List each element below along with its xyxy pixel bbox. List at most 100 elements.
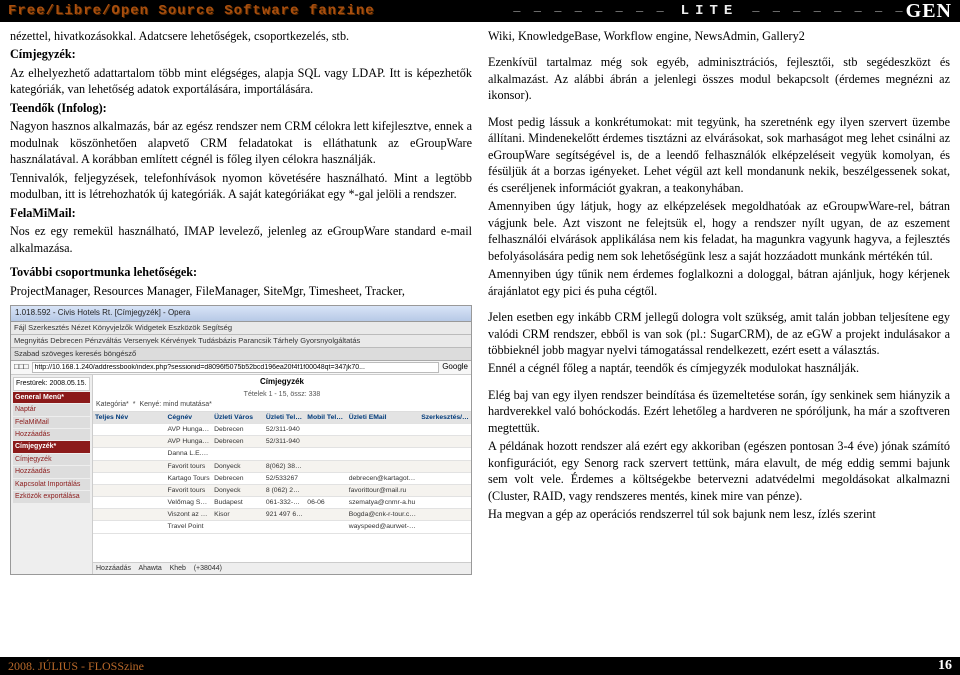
- table-cell: [305, 509, 346, 520]
- table-cell: debrecen@kartagotours.hu: [347, 473, 420, 484]
- table-row[interactable]: Favorit toursDonyeck8(062) 388 34 42: [93, 461, 471, 473]
- right-p3: Most pedig lássuk a konkrétumokat: mit t…: [488, 114, 950, 196]
- table-cell: [419, 509, 471, 520]
- right-p4: Amennyiben úgy látjuk, hogy az elképzelé…: [488, 198, 950, 264]
- table-cell: wayspeed@aurwet-kiev.ua: [347, 521, 420, 532]
- address-bar-row: □□□ Google: [11, 361, 471, 375]
- table-cell: Kartago Tours: [165, 473, 212, 484]
- right-p2: Ezenkívül tartalmaz még sok egyéb, admin…: [488, 54, 950, 103]
- table-cell: [212, 521, 264, 532]
- table-cell: [419, 424, 471, 435]
- nav-cell[interactable]: Hozzáadás: [96, 565, 131, 572]
- table-cell: [419, 521, 471, 532]
- table-cell: [264, 521, 305, 532]
- filter-cell[interactable]: Kenyé: mind mutatása*: [139, 400, 211, 409]
- table-cell: 921 497 63168: [264, 509, 305, 520]
- table-row[interactable]: Viszont az Nemzet KNKisor921 497 63168Bo…: [93, 509, 471, 521]
- table-row[interactable]: Velőmag Szövetségi SzakmajzsBudapest061-…: [93, 497, 471, 509]
- page-number: 16: [938, 658, 952, 674]
- table-cell: favorittour@mail.ru: [347, 485, 420, 496]
- felamimail-title: FelaMiMail:: [10, 206, 76, 220]
- nav-cell: (+38044): [194, 565, 222, 572]
- magazine-title: Free/Libre/Open Source Software fanzine: [8, 3, 375, 19]
- right-p6: Jelen esetben egy inkább CRM jellegű dol…: [488, 309, 950, 358]
- search-google-label[interactable]: Google: [442, 362, 468, 373]
- app-main: Címjegyzék Tételek 1 - 15, össz: 338 Kat…: [93, 375, 471, 574]
- decor-dashes-2: — — — — — — — —: [752, 4, 905, 18]
- col-header[interactable]: Szerkesztés/csatolás: [419, 412, 471, 423]
- page-subtitle: Tételek 1 - 15, össz: 338: [93, 390, 471, 399]
- table-cell: Donyeck: [212, 485, 264, 496]
- sidebar-item[interactable]: Ezközök exportálása: [13, 491, 90, 502]
- table-bottom-nav[interactable]: Hozzáadás Ahawta Kheb (+38044): [93, 562, 471, 574]
- table-cell: [419, 448, 471, 459]
- right-p9: A példának hozott rendszer alá ezért egy…: [488, 438, 950, 504]
- sidebar-item[interactable]: FelaMiMail: [13, 417, 90, 428]
- sidebar-menu-header[interactable]: General Menü*: [13, 392, 90, 403]
- filter-row[interactable]: Kategória* * Kenyé: mind mutatása*: [93, 399, 471, 411]
- table-row[interactable]: Kartago ToursDebrecen52/533267debrecen@k…: [93, 473, 471, 485]
- table-cell: [93, 509, 165, 520]
- sidebar-item[interactable]: Naptár: [13, 404, 90, 415]
- table-cell: [93, 448, 165, 459]
- table-cell: Favorit tours: [165, 485, 212, 496]
- sidebar-item[interactable]: Hozzáadás: [13, 466, 90, 477]
- cimjegyzek-body: Az elhelyezhető adattartalom több mint e…: [10, 65, 472, 98]
- footer-bar: 2008. JÚLIUS - FLOSSzine 16: [0, 657, 960, 675]
- sidebar-group-header[interactable]: Címjegyzék*: [13, 441, 90, 452]
- col-header[interactable]: Teljes Név: [93, 412, 165, 423]
- table-cell: [347, 424, 420, 435]
- table-cell: 52/311-940: [264, 436, 305, 447]
- table-cell: [347, 448, 420, 459]
- sidebar-item[interactable]: Kapcsolat Importálás: [13, 479, 90, 490]
- table-row[interactable]: AVP Hungary KftDebrecen52/311-940: [93, 436, 471, 448]
- icon-generic: □□□: [14, 362, 29, 373]
- right-p7: Ennél a cégnél főleg a naptár, teendők é…: [488, 360, 950, 376]
- table-cell: szematya@cnmr-a.hu: [347, 497, 420, 508]
- table-row[interactable]: Travel Pointwayspeed@aurwet-kiev.ua: [93, 521, 471, 533]
- table-row[interactable]: Favorit toursDonyeck8 (062) 207 30-955 fa…: [93, 485, 471, 497]
- cimjegyzek-title: Címjegyzék:: [10, 47, 76, 61]
- filter-cell[interactable]: *: [133, 400, 136, 409]
- table-cell: [305, 473, 346, 484]
- embedded-screenshot: 1.018.592 - Civis Hotels Rt. [Címjegyzék…: [10, 305, 472, 575]
- col-header[interactable]: Üzleti Város: [212, 412, 264, 423]
- table-cell: [419, 436, 471, 447]
- window-menubar[interactable]: Fájl Szerkesztés Nézet Könyvjelzők Widge…: [11, 322, 471, 335]
- browser-toolbar[interactable]: Megnyitás Debrecen Pénzváltás Versenyek …: [11, 335, 471, 348]
- table-cell: [305, 424, 346, 435]
- table-cell: Debrecen: [212, 436, 264, 447]
- col-header[interactable]: Üzleti Telefon: [264, 412, 305, 423]
- col-header[interactable]: Mobil Telefon: [305, 412, 346, 423]
- felamimail-body: Nos ez egy remekül használható, IMAP lev…: [10, 223, 472, 256]
- col-header[interactable]: Cégnév: [165, 412, 212, 423]
- sidebar-item[interactable]: Címjegyzék: [13, 454, 90, 465]
- filter-cell[interactable]: Kategória*: [96, 400, 129, 409]
- table-cell: [305, 448, 346, 459]
- gen-label: GEN: [906, 0, 952, 23]
- col-header[interactable]: Üzleti EMail: [347, 412, 420, 423]
- table-cell: Viszont az Nemzet KN: [165, 509, 212, 520]
- header-right: — — — — — — — — LITE — — — — — — — — GEN: [513, 0, 952, 23]
- table-cell: [305, 436, 346, 447]
- right-p8: Elég baj van egy ilyen rendszer beindítá…: [488, 387, 950, 436]
- app-body: Frestürek: 2008.05.15. General Menü* Nap…: [11, 375, 471, 574]
- table-cell: [305, 521, 346, 532]
- table-header: Teljes Név Cégnév Üzleti Város Üzleti Te…: [93, 412, 471, 424]
- nav-cell: Ahawta: [138, 565, 161, 572]
- table-cell: 8 (062) 207 30-955: [264, 485, 305, 496]
- lite-label: LITE: [667, 3, 753, 19]
- table-cell: AVP Hungary Kft: [165, 436, 212, 447]
- sidebar-item[interactable]: Hozzáadás: [13, 429, 90, 440]
- browser-tabs[interactable]: Szabad szöveges keresés böngésző: [11, 348, 471, 361]
- table-cell: [419, 497, 471, 508]
- table-cell: [419, 485, 471, 496]
- table-row[interactable]: Danna L.E. Samp; Partners Worldwide: [93, 448, 471, 460]
- table-row[interactable]: AVP Hungary KftDebrecen52/311-940: [93, 424, 471, 436]
- decor-dashes-1: — — — — — — — —: [513, 4, 666, 18]
- tovabbi-body: ProjectManager, Resources Manager, FileM…: [10, 283, 472, 299]
- address-input[interactable]: [32, 362, 440, 373]
- app-sidebar: Frestürek: 2008.05.15. General Menü* Nap…: [11, 375, 93, 574]
- table-cell: 8(062) 388 34 42: [264, 461, 305, 472]
- table-cell: [93, 485, 165, 496]
